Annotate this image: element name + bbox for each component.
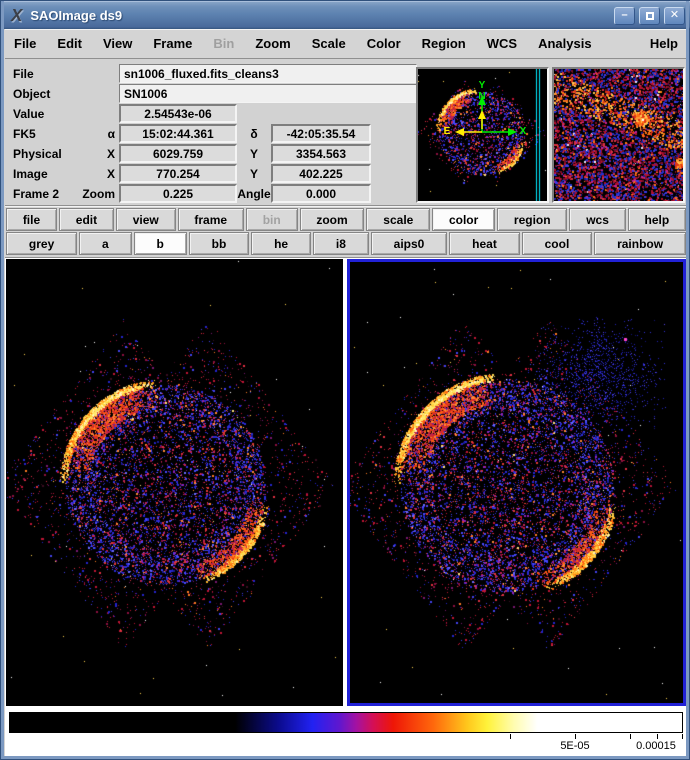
- physical-x-label: X: [93, 144, 117, 163]
- colorbar-tick-label: 5E-05: [545, 740, 605, 752]
- colormap-button-heat[interactable]: heat: [449, 232, 519, 255]
- file-label: File: [9, 64, 91, 83]
- menu-frame[interactable]: Frame: [153, 36, 192, 51]
- alpha-symbol: α: [93, 124, 117, 143]
- zoom-value: 0.225: [119, 184, 237, 203]
- compass-y-label: Y: [479, 81, 486, 91]
- minimize-button[interactable]: –: [614, 7, 635, 25]
- colorbar-tick: [657, 734, 658, 739]
- ds9-window: X SAOImage ds9 – ✕ File Edit View Frame …: [0, 0, 690, 760]
- physical-x-value: 6029.759: [119, 144, 237, 163]
- colormap-button-bb[interactable]: bb: [189, 232, 249, 255]
- close-button[interactable]: ✕: [664, 7, 685, 25]
- colorbar-tick-label: 0.00015: [626, 740, 686, 752]
- zoom-label: Zoom: [93, 184, 117, 203]
- close-icon: ✕: [670, 10, 679, 21]
- frame-label: Frame 2: [9, 184, 91, 203]
- menu-analysis[interactable]: Analysis: [538, 36, 591, 51]
- pixel-value: 2.54543e-06: [119, 104, 237, 123]
- colorbar-tick: [682, 734, 683, 739]
- physical-label: Physical: [9, 144, 91, 163]
- frame-1-image[interactable]: [6, 259, 343, 706]
- image-x-value: 770.254: [119, 164, 237, 183]
- colorbar-tick: [510, 734, 511, 739]
- colormap-row: grey a b bb he i8 aips0 heat cool rainbo…: [5, 232, 687, 255]
- image-display-area: [5, 257, 687, 707]
- image-label: Image: [9, 164, 91, 183]
- image-y-value: 402.225: [271, 164, 371, 183]
- colormap-button-grey[interactable]: grey: [6, 232, 77, 255]
- toolbar-button-frame[interactable]: frame: [178, 208, 244, 231]
- value-label: Value: [9, 104, 91, 123]
- menu-view[interactable]: View: [103, 36, 132, 51]
- object-value: SN1006: [119, 84, 417, 103]
- maximize-button[interactable]: [639, 7, 660, 25]
- minimize-icon: –: [621, 10, 627, 21]
- delta-symbol: δ: [239, 124, 269, 143]
- magnifier-image[interactable]: [554, 69, 683, 201]
- toolbar-button-edit[interactable]: edit: [59, 208, 114, 231]
- menu-bar: File Edit View Frame Bin Zoom Scale Colo…: [5, 29, 687, 59]
- image-x-label: X: [93, 164, 117, 183]
- colorbar-tick: [575, 734, 576, 739]
- colormap-button-aips0[interactable]: aips0: [371, 232, 447, 255]
- menu-scale[interactable]: Scale: [312, 36, 346, 51]
- panner-panel[interactable]: Y N E X: [416, 67, 549, 203]
- physical-y-label: Y: [239, 144, 269, 163]
- physical-y-value: 3354.563: [271, 144, 371, 163]
- frame-2-image[interactable]: [350, 262, 683, 703]
- compass-n-label: N: [478, 92, 485, 102]
- menu-zoom[interactable]: Zoom: [255, 36, 290, 51]
- toolbar-button-help[interactable]: help: [628, 208, 686, 231]
- colormap-button-b[interactable]: b: [134, 232, 187, 255]
- file-value: sn1006_fluxed.fits_cleans3: [119, 64, 417, 83]
- menu-bin: Bin: [213, 36, 234, 51]
- toolbar-button-view[interactable]: view: [116, 208, 176, 231]
- info-panel: File sn1006_fluxed.fits_cleans3 Object S…: [5, 59, 687, 205]
- compass-e-label: E: [444, 127, 451, 137]
- toolbar-button-scale[interactable]: scale: [366, 208, 430, 231]
- colorbar-gradient[interactable]: [9, 712, 683, 733]
- menu-region[interactable]: Region: [422, 36, 466, 51]
- toolbar-button-file[interactable]: file: [6, 208, 57, 231]
- menu-wcs[interactable]: WCS: [487, 36, 517, 51]
- colormap-button-he[interactable]: he: [251, 232, 311, 255]
- menu-help[interactable]: Help: [650, 36, 678, 51]
- toolbar-button-bin: bin: [246, 208, 298, 231]
- menu-edit[interactable]: Edit: [57, 36, 82, 51]
- toolbar-button-color[interactable]: color: [432, 208, 495, 231]
- angle-value: 0.000: [271, 184, 371, 203]
- magnifier-panel[interactable]: [552, 67, 685, 203]
- menu-file[interactable]: File: [14, 36, 36, 51]
- frame-2-active[interactable]: [347, 259, 686, 706]
- ra-value: 15:02:44.361: [119, 124, 237, 143]
- frame-1[interactable]: [6, 259, 343, 706]
- window-title: SAOImage ds9: [30, 8, 122, 23]
- maximize-icon: [646, 12, 654, 20]
- x11-logo-icon: X: [11, 5, 22, 26]
- toolbar-row: file edit view frame bin zoom scale colo…: [5, 208, 687, 231]
- menu-color[interactable]: Color: [367, 36, 401, 51]
- toolbar-button-wcs[interactable]: wcs: [569, 208, 625, 231]
- image-y-label: Y: [239, 164, 269, 183]
- compass-x-label: X: [520, 127, 527, 137]
- colormap-button-i8[interactable]: i8: [313, 232, 369, 255]
- dec-value: -42:05:35.54: [271, 124, 371, 143]
- object-label: Object: [9, 84, 91, 103]
- colormap-button-a[interactable]: a: [79, 232, 131, 255]
- colormap-button-cool[interactable]: cool: [522, 232, 592, 255]
- colorbar-tick: [630, 734, 631, 739]
- fk5-label: FK5: [9, 124, 91, 143]
- colorbar-widget: 5E-05 0.00015: [5, 707, 687, 757]
- colormap-button-rainbow[interactable]: rainbow: [594, 232, 686, 255]
- button-bars: file edit view frame bin zoom scale colo…: [5, 205, 687, 257]
- angle-label: Angle: [239, 184, 269, 203]
- toolbar-button-region[interactable]: region: [497, 208, 567, 231]
- toolbar-button-zoom[interactable]: zoom: [300, 208, 365, 231]
- title-bar[interactable]: X SAOImage ds9 – ✕: [1, 1, 690, 29]
